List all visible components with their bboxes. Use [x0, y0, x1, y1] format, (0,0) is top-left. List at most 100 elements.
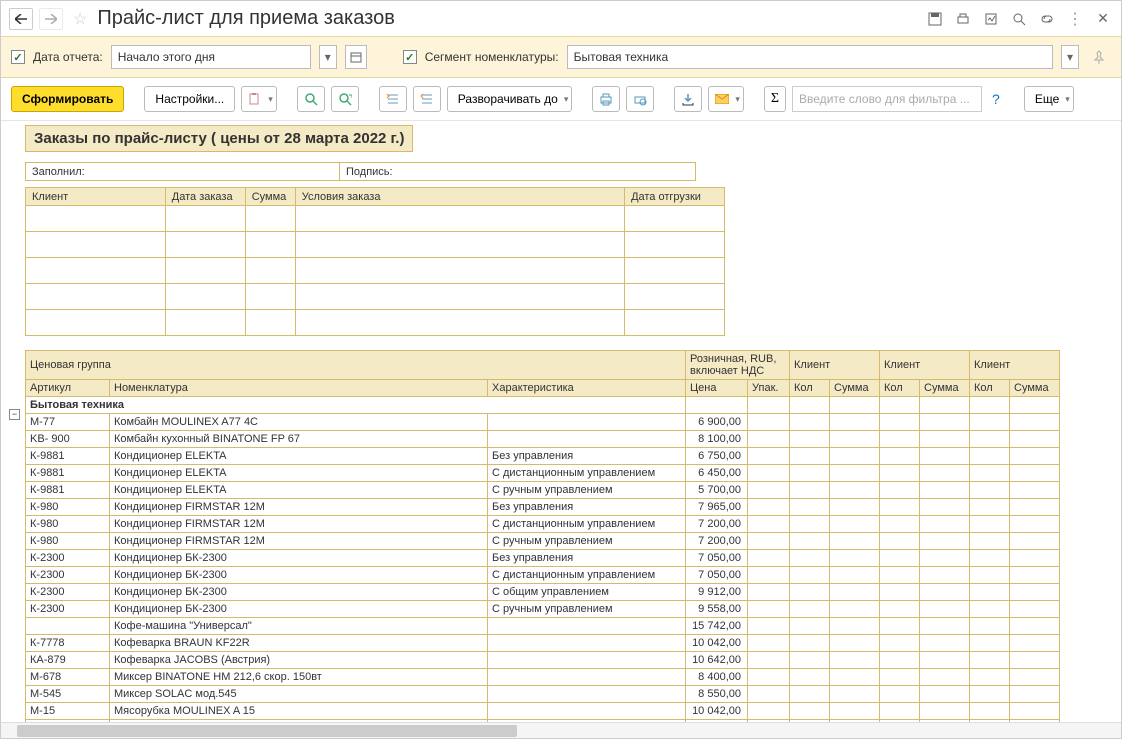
cell-article: К-980: [26, 516, 110, 533]
print-button[interactable]: [592, 86, 620, 112]
cell-pack: [748, 652, 790, 669]
cell-sum: [830, 448, 880, 465]
pin-icon[interactable]: [1087, 49, 1111, 65]
table-row[interactable]: К-980Кондиционер FIRMSTAR 12MС дистанцио…: [26, 516, 1060, 533]
cell-article: К-2300: [26, 601, 110, 618]
cell-qty: [880, 703, 920, 720]
filled-by-label: Заполнил:: [26, 163, 340, 181]
cell-qty: [880, 482, 920, 499]
sum-button[interactable]: Σ: [764, 86, 786, 112]
email-button[interactable]: ▾: [708, 86, 744, 112]
date-calendar-btn[interactable]: [345, 45, 367, 69]
cell-sum: [920, 448, 970, 465]
order-row[interactable]: [26, 258, 725, 284]
help-link[interactable]: ?: [988, 91, 1004, 107]
cell-qty: [790, 414, 830, 431]
horizontal-scrollbar[interactable]: [1, 722, 1121, 738]
tree-collapse-toggle[interactable]: −: [9, 409, 20, 420]
collapse-button[interactable]: [379, 86, 407, 112]
table-row[interactable]: КА-879Кофеварка JACOBS (Австрия)10 642,0…: [26, 652, 1060, 669]
segment-dropdown-btn[interactable]: ▾: [1061, 45, 1079, 69]
cell-pack: [748, 414, 790, 431]
header-qty-2: Кол: [880, 380, 920, 397]
cell-pack: [748, 499, 790, 516]
print-icon[interactable]: [953, 9, 973, 29]
table-row[interactable]: М-15Мясорубка MOULINEX A 1510 042,00: [26, 703, 1060, 720]
table-row[interactable]: К-9881Кондиционер ELEKTAС ручным управле…: [26, 482, 1060, 499]
cell-sum: [830, 601, 880, 618]
link-icon[interactable]: [1037, 9, 1057, 29]
expand-button[interactable]: [413, 86, 441, 112]
cell-pack: [748, 686, 790, 703]
table-row[interactable]: М-545Миксер SOLAC мод.5458 550,00: [26, 686, 1060, 703]
segment-checkbox[interactable]: ✓: [403, 50, 417, 64]
settings-button[interactable]: Настройки...: [144, 86, 235, 112]
table-row[interactable]: М-678Миксер BINATONE HM 212,6 скор. 150в…: [26, 669, 1060, 686]
cell-characteristic: С ручным управлением: [488, 482, 686, 499]
order-row[interactable]: [26, 206, 725, 232]
cell-sum: [830, 652, 880, 669]
cell-nomenclature: Кондиционер БК-2300: [110, 567, 488, 584]
date-checkbox[interactable]: ✓: [11, 50, 25, 64]
cell-article: К-2300: [26, 550, 110, 567]
cell-qty: [880, 584, 920, 601]
cell-price: 6 750,00: [686, 448, 748, 465]
variants-button[interactable]: ▾: [241, 86, 277, 112]
date-dropdown-btn[interactable]: ▾: [319, 45, 337, 69]
cell-sum: [1010, 669, 1060, 686]
search-icon: [304, 92, 318, 106]
filter-search-input[interactable]: Введите слово для фильтра ...: [792, 86, 982, 112]
cell-sum: [920, 550, 970, 567]
cell-sum: [1010, 465, 1060, 482]
cell-nomenclature: Миксер BINATONE HM 212,6 скор. 150вт: [110, 669, 488, 686]
more-button[interactable]: Еще▾: [1024, 86, 1074, 112]
table-row[interactable]: К-980Кондиционер FIRMSTAR 12MС ручным уп…: [26, 533, 1060, 550]
date-filter-input[interactable]: Начало этого дня: [111, 45, 311, 69]
cell-sum: [920, 516, 970, 533]
table-row[interactable]: К-2300Кондиционер БК-2300С дистанционным…: [26, 567, 1060, 584]
report-area[interactable]: − Заказы по прайс-листу ( цены от 28 мар…: [1, 121, 1121, 722]
table-row[interactable]: М-77Комбайн MOULINEX A77 4C6 900,00: [26, 414, 1060, 431]
nav-forward-button[interactable]: [39, 8, 63, 30]
table-row[interactable]: К-9881Кондиционер ELEKTAБез управления6 …: [26, 448, 1060, 465]
table-row[interactable]: К-7778Кофеварка BRAUN KF22R10 042,00: [26, 635, 1060, 652]
save-icon[interactable]: [925, 9, 945, 29]
expand-to-button[interactable]: Разворачивать до▾: [447, 86, 573, 112]
find-next-button[interactable]: [331, 86, 359, 112]
cell-qty: [790, 448, 830, 465]
cell-qty: [790, 567, 830, 584]
save-file-button[interactable]: [674, 86, 702, 112]
find-button[interactable]: [297, 86, 325, 112]
table-row[interactable]: К-2300Кондиционер БК-2300С общим управле…: [26, 584, 1060, 601]
table-row[interactable]: KB- 900Комбайн кухонный BINATONE FP 678 …: [26, 431, 1060, 448]
report-icon[interactable]: [981, 9, 1001, 29]
order-row[interactable]: [26, 232, 725, 258]
cell-sum: [920, 414, 970, 431]
menu-dots-icon[interactable]: ⋮: [1065, 9, 1085, 29]
favorite-star-icon[interactable]: ☆: [69, 9, 91, 29]
table-row[interactable]: К-980Кондиционер FIRMSTAR 12MБез управле…: [26, 499, 1060, 516]
table-row[interactable]: Кофе-машина "Универсал"15 742,00: [26, 618, 1060, 635]
table-row[interactable]: К-2300Кондиционер БК-2300Без управления7…: [26, 550, 1060, 567]
table-row[interactable]: К-2300Кондиционер БК-2300С ручным управл…: [26, 601, 1060, 618]
cell-sum: [1010, 499, 1060, 516]
cell-qty: [970, 652, 1010, 669]
nav-back-button[interactable]: [9, 8, 33, 30]
segment-filter-input[interactable]: Бытовая техника: [567, 45, 1053, 69]
zoom-icon[interactable]: [1009, 9, 1029, 29]
order-row[interactable]: [26, 310, 725, 336]
cell-article: М-678: [26, 669, 110, 686]
cell-qty: [880, 465, 920, 482]
category-row[interactable]: Бытовая техника: [26, 397, 1060, 414]
order-row[interactable]: [26, 284, 725, 310]
header-client-1: Клиент: [790, 351, 880, 380]
close-icon[interactable]: ✕: [1093, 9, 1113, 29]
cell-qty: [790, 516, 830, 533]
scrollbar-thumb[interactable]: [17, 725, 517, 737]
generate-button[interactable]: Сформировать: [11, 86, 124, 112]
table-row[interactable]: К-9881Кондиционер ELEKTAС дистанционным …: [26, 465, 1060, 482]
cell-pack: [748, 567, 790, 584]
cell-qty: [970, 550, 1010, 567]
page-title: Прайс-лист для приема заказов: [97, 7, 919, 30]
print-preview-button[interactable]: [626, 86, 654, 112]
